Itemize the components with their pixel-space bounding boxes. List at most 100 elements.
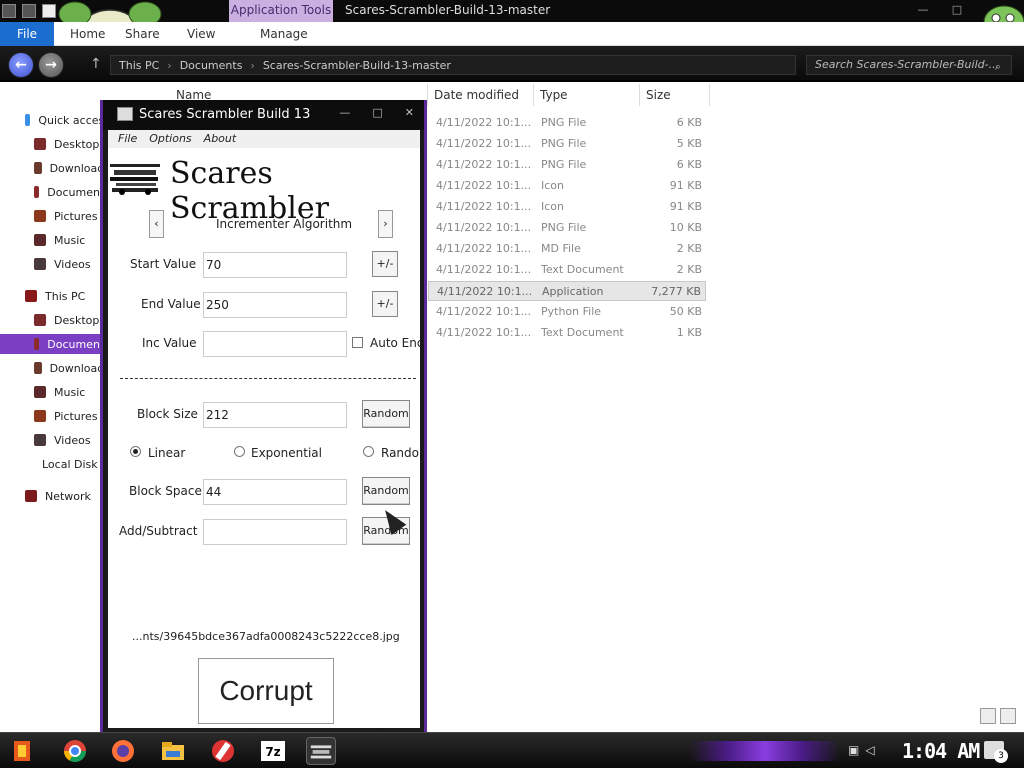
minimize-icon[interactable]: — — [339, 106, 350, 119]
block-size-field[interactable]: 212 — [203, 402, 347, 428]
search-input[interactable]: Search Scares-Scrambler-Build-... ⌕ — [806, 55, 1012, 75]
back-button[interactable]: ← — [8, 52, 34, 78]
nav-item[interactable]: Pictures — [0, 206, 110, 226]
random-mode-radio[interactable] — [363, 446, 374, 457]
nav-item[interactable]: Downloads — [0, 358, 110, 378]
maximize-icon[interactable]: □ — [940, 0, 974, 22]
application-tools-tab[interactable]: Application Tools — [229, 0, 333, 22]
linear-radio[interactable] — [130, 446, 141, 457]
large-icons-view-icon[interactable] — [1000, 708, 1016, 724]
inc-value-label: Inc Value — [142, 336, 197, 350]
up-arrow-icon[interactable]: ↑ — [90, 56, 102, 72]
nav-item[interactable]: Documents — [0, 334, 110, 354]
folder-icon[interactable] — [22, 4, 36, 18]
nav-item[interactable]: Local Disk (C:) — [0, 454, 121, 474]
file-explorer-icon[interactable] — [158, 737, 188, 765]
previous-algorithm-button[interactable]: ‹ — [149, 210, 164, 238]
block-space-random-button[interactable]: Random — [362, 477, 410, 505]
breadcrumb[interactable]: This PC › Documents › Scares-Scrambler-B… — [110, 55, 796, 75]
volume-icon[interactable]: ◁ — [865, 743, 874, 757]
7zip-icon[interactable]: 7z — [258, 737, 288, 765]
nav-item[interactable]: Documents — [0, 182, 110, 202]
arrow-right-icon: → — [45, 57, 57, 73]
file-row[interactable]: 4/11/2022 10:1... Python File 50 KB — [428, 302, 706, 322]
navigation-pane: Quick access Desktop Downloads Documents Pic… — [0, 82, 121, 732]
nav-item[interactable]: Videos — [0, 430, 110, 450]
nav-item[interactable]: Pictures — [0, 406, 110, 426]
breadcrumb-item[interactable]: This PC — [119, 59, 159, 72]
file-row[interactable]: 4/11/2022 10:1... Icon 91 KB — [428, 197, 706, 217]
add-subtract-field[interactable] — [203, 519, 347, 545]
block-space-field[interactable]: 44 — [203, 479, 347, 505]
minimize-icon[interactable]: — — [906, 0, 940, 22]
file-type: PNG File — [541, 137, 587, 150]
menu-options[interactable]: Options — [149, 130, 191, 148]
file-date: 4/11/2022 10:1... — [436, 305, 532, 318]
chevron-right-icon: › — [383, 217, 388, 230]
breadcrumb-item[interactable]: Documents — [180, 59, 243, 72]
file-row[interactable]: 4/11/2022 10:1... MD File 2 KB — [428, 239, 706, 259]
search-placeholder: Search Scares-Scrambler-Build-... — [815, 58, 1000, 71]
column-date-modified[interactable]: Date modified — [428, 84, 534, 106]
nav-item[interactable]: Music — [0, 230, 110, 250]
file-row[interactable]: 4/11/2022 10:1... Application 7,277 KB — [428, 281, 706, 301]
checkmark-icon[interactable] — [42, 4, 56, 18]
file-date: 4/11/2022 10:1... — [437, 285, 533, 298]
tab-share[interactable]: Share — [125, 22, 160, 46]
scrambler-icon[interactable] — [306, 737, 336, 765]
nav-item[interactable]: Desktop — [0, 310, 110, 330]
nav-item[interactable]: Quick access — [0, 110, 110, 130]
start-plusminus-button[interactable]: +/- — [372, 251, 398, 277]
file-size: 2 KB — [676, 242, 702, 255]
close-icon[interactable]: ✕ — [405, 106, 414, 119]
column-size[interactable]: Size — [640, 84, 710, 106]
tab-file[interactable]: File — [0, 22, 54, 46]
chrome-icon[interactable] — [60, 737, 90, 765]
forward-button[interactable]: → — [38, 52, 64, 78]
file-row[interactable]: 4/11/2022 10:1... Text Document 1 KB — [428, 323, 706, 343]
column-type[interactable]: Type — [534, 84, 640, 106]
block-size-random-button[interactable]: Random — [362, 400, 410, 428]
file-row[interactable]: 4/11/2022 10:1... PNG File 5 KB — [428, 134, 706, 154]
nav-item[interactable]: Network — [0, 486, 110, 506]
properties-icon[interactable] — [2, 4, 16, 18]
file-type: PNG File — [541, 158, 587, 171]
file-row[interactable]: 4/11/2022 10:1... PNG File 10 KB — [428, 218, 706, 238]
tab-home[interactable]: Home — [70, 22, 105, 46]
nav-item[interactable]: This PC — [0, 286, 110, 306]
exponential-radio[interactable] — [234, 446, 245, 457]
nav-item[interactable]: Music — [0, 382, 110, 402]
nav-item[interactable]: Desktop — [0, 134, 110, 154]
file-row[interactable]: 4/11/2022 10:1... PNG File 6 KB — [428, 113, 706, 133]
network-icon[interactable]: ▣ — [848, 743, 859, 757]
search-icon[interactable]: ⌕ — [995, 58, 1001, 76]
menu-about[interactable]: About — [204, 130, 237, 148]
scrambler-titlebar[interactable]: Scares Scrambler Build 13 — □ ✕ — [103, 100, 424, 130]
corrupt-button[interactable]: Corrupt — [198, 658, 334, 724]
next-algorithm-button[interactable]: › — [378, 210, 393, 238]
inc-value-field[interactable] — [203, 331, 347, 357]
maximize-icon[interactable]: □ — [372, 106, 382, 119]
start-icon[interactable] — [8, 737, 38, 765]
pictures-icon — [34, 410, 46, 422]
nav-item[interactable]: Downloads — [0, 158, 110, 178]
start-value-field[interactable]: 70 — [203, 252, 347, 278]
paint-icon[interactable] — [208, 737, 238, 765]
nav-item[interactable]: Videos — [0, 254, 110, 274]
file-type: Icon — [541, 179, 564, 192]
end-value-field[interactable]: 250 — [203, 292, 347, 318]
file-row[interactable]: 4/11/2022 10:1... PNG File 6 KB — [428, 155, 706, 175]
file-row[interactable]: 4/11/2022 10:1... Text Document 2 KB — [428, 260, 706, 280]
tab-manage[interactable]: Manage — [260, 22, 308, 46]
breadcrumb-item[interactable]: Scares-Scrambler-Build-13-master — [263, 59, 451, 72]
menu-file[interactable]: File — [118, 130, 137, 148]
nav-item-label: Desktop — [54, 313, 100, 327]
file-row[interactable]: 4/11/2022 10:1... Icon 91 KB — [428, 176, 706, 196]
auto-end-checkbox[interactable] — [352, 337, 363, 348]
tab-view[interactable]: View — [187, 22, 215, 46]
file-size: 5 KB — [676, 137, 702, 150]
clock[interactable]: 1:04 AM — [902, 739, 980, 763]
firefox-icon[interactable] — [108, 737, 138, 765]
details-view-icon[interactable] — [980, 708, 996, 724]
end-plusminus-button[interactable]: +/- — [372, 291, 398, 317]
